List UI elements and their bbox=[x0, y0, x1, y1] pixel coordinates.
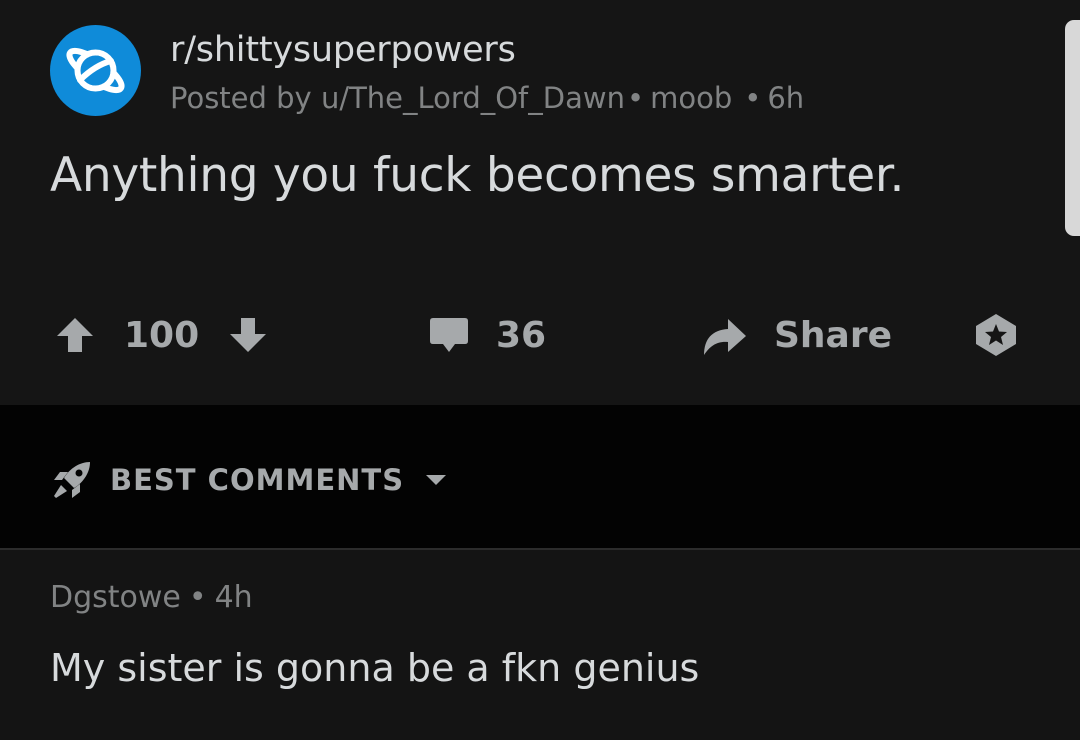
separator-dot: • bbox=[744, 81, 762, 115]
arrow-down-icon bbox=[230, 318, 266, 352]
vote-score: 100 bbox=[124, 300, 199, 370]
post-card: r/shittysuperpowers Posted by u/The_Lord… bbox=[0, 0, 1080, 405]
subreddit-name[interactable]: r/shittysuperpowers bbox=[170, 30, 516, 70]
comments-sort-dropdown[interactable]: BEST COMMENTS bbox=[50, 455, 448, 505]
sort-label: BEST COMMENTS bbox=[110, 463, 405, 497]
comment-count: 36 bbox=[496, 314, 547, 356]
post-age: 6h bbox=[767, 81, 805, 115]
award-button[interactable] bbox=[972, 300, 1020, 370]
scrollbar-thumb[interactable] bbox=[1065, 20, 1080, 236]
author-link[interactable]: u/The_Lord_Of_Dawn bbox=[321, 81, 625, 115]
share-button[interactable]: Share bbox=[700, 300, 892, 370]
rocket-icon bbox=[54, 462, 90, 498]
post-meta: Posted by u/The_Lord_Of_Dawn• moob • 6h bbox=[170, 81, 804, 115]
comment: Dgstowe • 4h My sister is gonna be a fkn g… bbox=[0, 550, 1080, 740]
arrow-up-icon bbox=[57, 318, 93, 352]
comment-author[interactable]: Dgstowe bbox=[50, 580, 181, 615]
post-title[interactable]: Anything you fuck becomes smarter. bbox=[50, 148, 904, 203]
posted-by-label: Posted by bbox=[170, 81, 321, 115]
upvote-button[interactable] bbox=[55, 300, 95, 370]
separator-dot: • bbox=[188, 580, 207, 615]
user-flair: moob bbox=[650, 81, 733, 115]
share-label: Share bbox=[774, 314, 893, 356]
score-value: 100 bbox=[124, 314, 200, 356]
planet-icon bbox=[66, 47, 125, 94]
caret-down-icon bbox=[426, 475, 447, 485]
comment-body: My sister is gonna be a fkn genius bbox=[50, 646, 700, 690]
post-actions: 100 36 Share bbox=[0, 300, 1080, 370]
separator-dot: • bbox=[626, 81, 645, 115]
comment-age: 4h bbox=[214, 580, 253, 615]
comment-meta: Dgstowe • 4h bbox=[50, 580, 253, 615]
comments-button[interactable]: 36 bbox=[428, 300, 546, 370]
subreddit-avatar[interactable] bbox=[50, 25, 141, 116]
speech-bubble-icon bbox=[430, 318, 468, 352]
award-icon bbox=[976, 314, 1016, 356]
share-arrow-icon bbox=[704, 319, 746, 355]
comments-sort-bar: BEST COMMENTS bbox=[0, 405, 1080, 550]
downvote-button[interactable] bbox=[228, 300, 268, 370]
